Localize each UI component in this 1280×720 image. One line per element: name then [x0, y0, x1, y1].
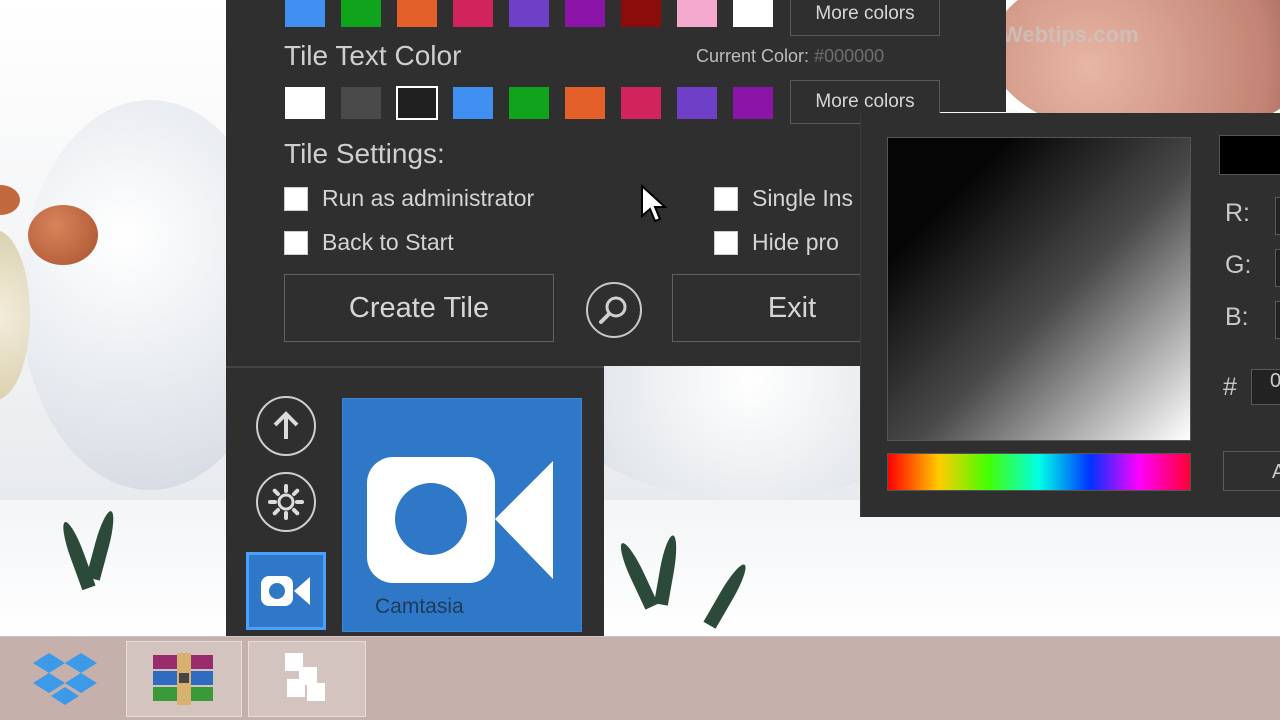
color-swatch[interactable]: [340, 86, 382, 120]
create-tile-button[interactable]: Create Tile: [284, 274, 554, 342]
blue-input[interactable]: [1275, 301, 1280, 339]
color-swatch[interactable]: [340, 0, 382, 28]
green-input[interactable]: [1275, 249, 1280, 287]
search-icon: [599, 296, 627, 324]
color-swatch[interactable]: [676, 0, 718, 28]
small-tile-preview[interactable]: [246, 552, 326, 630]
single-instance-label: Single Ins: [752, 185, 854, 211]
color-picker-dialog: R: G: B: # 0 A: [860, 113, 1280, 517]
back-to-start-checkbox[interactable]: [284, 231, 308, 255]
color-swatch[interactable]: [452, 86, 494, 120]
video-camera-icon: [261, 576, 310, 606]
tile-preview-panel: Camtasia: [226, 366, 604, 636]
upload-button[interactable]: [256, 396, 316, 456]
run-as-admin-label: Run as administrator: [322, 185, 535, 211]
hide-program-checkbox[interactable]: [714, 231, 738, 255]
hex-input[interactable]: 0: [1251, 369, 1280, 405]
search-button[interactable]: [586, 282, 642, 338]
blue-label: B:: [1225, 303, 1249, 331]
mouse-cursor-icon: [641, 184, 668, 223]
color-swatch[interactable]: [620, 0, 662, 28]
color-swatch[interactable]: [508, 0, 550, 28]
selected-color-preview: [1219, 135, 1280, 175]
color-swatch[interactable]: [284, 0, 326, 28]
current-color-label: Current Color:: [696, 46, 810, 66]
video-camera-icon: [367, 457, 553, 583]
back-to-start-label: Back to Start: [322, 229, 454, 255]
character-nose: [28, 205, 98, 265]
color-swatch[interactable]: [732, 0, 774, 28]
character-beak: [0, 185, 20, 215]
single-instance-checkbox[interactable]: [714, 187, 738, 211]
taskbar: [0, 636, 1280, 720]
green-label: G:: [1225, 251, 1252, 279]
saturation-value-area[interactable]: [887, 137, 1191, 441]
tile-name-label: Camtasia: [375, 595, 464, 618]
arrow-up-icon: [273, 411, 299, 439]
start-tiles-icon: [285, 653, 325, 701]
watermark: Webtips.com: [1002, 22, 1139, 47]
taskbar-start-tiles[interactable]: [248, 641, 366, 717]
color-swatch[interactable]: [732, 86, 774, 120]
color-swatch[interactable]: [396, 0, 438, 28]
color-swatch[interactable]: [284, 86, 326, 120]
tile-more-colors-button[interactable]: More colors: [790, 0, 940, 36]
current-color-readout: Current Color: #000000: [696, 46, 884, 67]
color-swatch[interactable]: [676, 86, 718, 120]
apply-button[interactable]: A: [1223, 451, 1280, 491]
dropbox-icon: [33, 653, 97, 705]
taskbar-dropbox[interactable]: [10, 641, 120, 717]
taskbar-winrar[interactable]: [126, 641, 242, 717]
color-swatch[interactable]: [396, 86, 438, 120]
current-color-value: #000000: [814, 46, 885, 66]
red-input[interactable]: [1275, 197, 1280, 235]
color-swatch[interactable]: [508, 86, 550, 120]
tile-settings-title: Tile Settings:: [284, 138, 445, 169]
color-swatch[interactable]: [620, 86, 662, 120]
large-tile-preview[interactable]: Camtasia: [342, 398, 582, 632]
hex-label: #: [1223, 373, 1237, 401]
winrar-icon: [153, 653, 213, 705]
settings-button[interactable]: [256, 472, 316, 532]
run-as-admin-checkbox[interactable]: [284, 187, 308, 211]
color-swatch[interactable]: [564, 0, 606, 28]
gear-icon: [268, 484, 304, 520]
tile-creator-panel: More colors Tile Text Color Current Colo…: [226, 0, 1006, 366]
hue-slider[interactable]: [887, 453, 1191, 491]
tile-text-color-title: Tile Text Color: [284, 40, 462, 71]
color-swatch[interactable]: [452, 0, 494, 28]
hide-program-label: Hide pro: [752, 229, 839, 255]
red-label: R:: [1225, 199, 1250, 227]
color-swatch[interactable]: [564, 86, 606, 120]
